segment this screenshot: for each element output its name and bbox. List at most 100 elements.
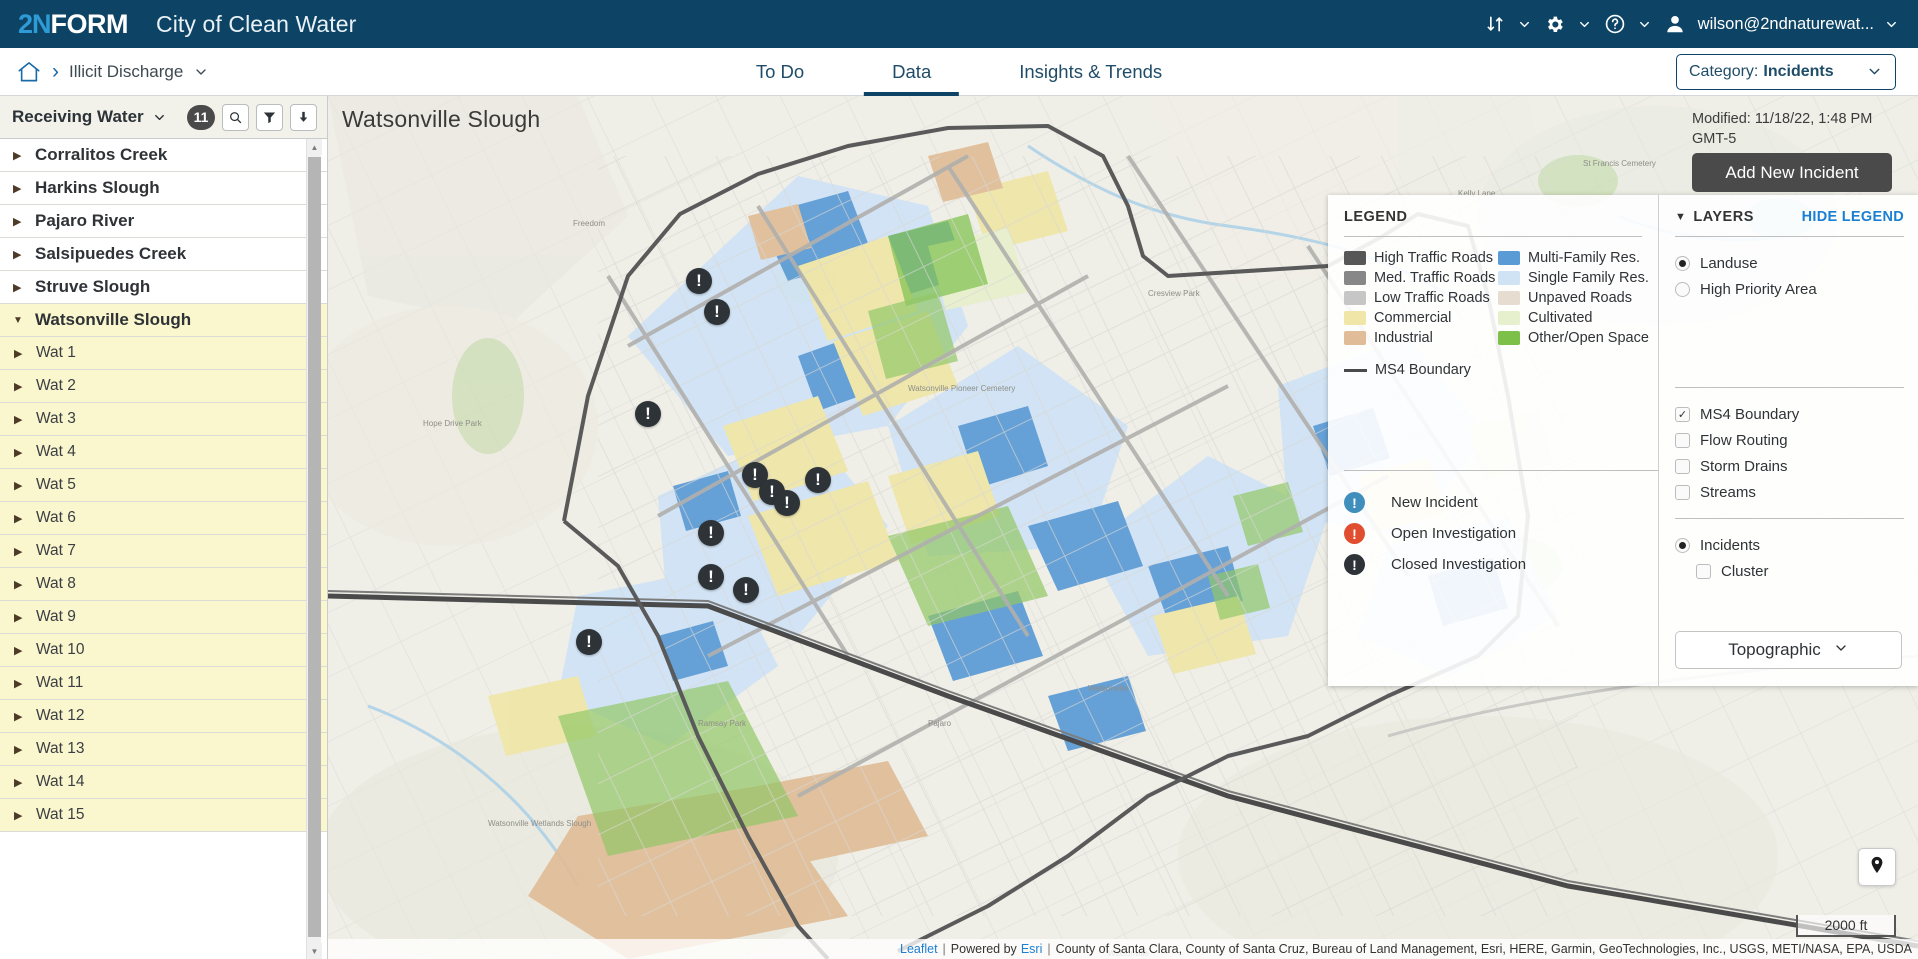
- radio-button-icon[interactable]: [1675, 281, 1690, 297]
- checkbox-icon[interactable]: [1675, 432, 1690, 448]
- sidebar-item-wat-13[interactable]: ▶ Wat 13: [0, 733, 327, 766]
- sort-dropdown-caret[interactable]: [1512, 7, 1538, 41]
- sidebar-item-wat-3[interactable]: ▶ Wat 3: [0, 403, 327, 436]
- triangle-down-icon[interactable]: ▼: [13, 315, 27, 326]
- sidebar-item-struve-slough[interactable]: ▶ Struve Slough: [0, 271, 327, 304]
- triangle-right-icon[interactable]: ▶: [14, 809, 28, 822]
- sidebar-item-wat-4[interactable]: ▶ Wat 4: [0, 436, 327, 469]
- triangle-right-icon[interactable]: ▶: [14, 710, 28, 723]
- map-view[interactable]: Freedom St Francis Cemetery Kelly Lane W…: [328, 96, 1918, 959]
- filter-funnel-icon[interactable]: [256, 103, 283, 131]
- category-dropdown[interactable]: Category: Incidents: [1676, 53, 1896, 90]
- locate-me-button[interactable]: [1858, 848, 1896, 886]
- triangle-right-icon[interactable]: ▶: [14, 380, 28, 393]
- triangle-right-icon[interactable]: ▶: [13, 215, 27, 228]
- triangle-down-icon[interactable]: ▼: [1675, 211, 1686, 223]
- receiving-water-list[interactable]: ▶ Corralitos Creek ▶ Harkins Slough ▶ Pajaro …: [0, 139, 327, 959]
- triangle-right-icon[interactable]: ▶: [14, 644, 28, 657]
- triangle-right-icon[interactable]: ▶: [14, 512, 28, 525]
- triangle-right-icon[interactable]: ▶: [14, 347, 28, 360]
- app-logo[interactable]: 2N FORM: [18, 9, 129, 40]
- sidebar-scrollbar-thumb[interactable]: [308, 157, 321, 937]
- sidebar-item-wat-8[interactable]: ▶ Wat 8: [0, 568, 327, 601]
- layer-toggle-storm-drains[interactable]: Storm Drains: [1675, 453, 1904, 479]
- layer-toggle-streams[interactable]: Streams: [1675, 479, 1904, 505]
- layer-toggle-flow-routing[interactable]: Flow Routing: [1675, 427, 1904, 453]
- map-incident-marker[interactable]: !: [774, 490, 800, 516]
- triangle-right-icon[interactable]: ▶: [14, 413, 28, 426]
- sidebar-item-wat-12[interactable]: ▶ Wat 12: [0, 700, 327, 733]
- basemap-selector[interactable]: Topographic: [1675, 631, 1902, 669]
- triangle-right-icon[interactable]: ▶: [14, 479, 28, 492]
- map-incident-marker[interactable]: !: [733, 577, 759, 603]
- layer-toggle-high-priority-area[interactable]: High Priority Area: [1675, 276, 1904, 302]
- download-arrow-icon[interactable]: [290, 103, 317, 131]
- tab-to-do[interactable]: To Do: [712, 48, 848, 96]
- sidebar-item-wat-9[interactable]: ▶ Wat 9: [0, 601, 327, 634]
- checkbox-icon[interactable]: [1696, 563, 1711, 579]
- triangle-right-icon[interactable]: ▶: [14, 611, 28, 624]
- checkbox-icon[interactable]: ✓: [1675, 406, 1690, 422]
- map-incident-marker[interactable]: !: [686, 268, 712, 294]
- breadcrumb-item-illicit-discharge[interactable]: Illicit Discharge: [69, 62, 183, 82]
- help-dropdown-caret[interactable]: [1632, 7, 1658, 41]
- sidebar-item-watsonville-slough[interactable]: ▼ Watsonville Slough: [0, 304, 327, 337]
- triangle-right-icon[interactable]: ▶: [13, 149, 27, 162]
- gear-icon[interactable]: [1538, 7, 1572, 41]
- hide-legend-button[interactable]: HIDE LEGEND: [1802, 209, 1904, 225]
- layer-toggle-landuse[interactable]: Landuse: [1675, 250, 1904, 276]
- settings-dropdown-caret[interactable]: [1572, 7, 1598, 41]
- triangle-right-icon[interactable]: ▶: [14, 545, 28, 558]
- sidebar-item-salsipuedes-creek[interactable]: ▶ Salsipuedes Creek: [0, 238, 327, 271]
- map-incident-marker[interactable]: !: [805, 467, 831, 493]
- sidebar-item-wat-14[interactable]: ▶ Wat 14: [0, 766, 327, 799]
- sidebar-scrollbar[interactable]: ▲ ▼: [306, 139, 322, 959]
- breadcrumb-dropdown-caret[interactable]: [193, 64, 209, 80]
- layer-toggle-incidents[interactable]: Incidents: [1675, 532, 1904, 558]
- help-question-icon[interactable]: [1598, 7, 1632, 41]
- map-incident-marker[interactable]: !: [704, 299, 730, 325]
- map-incident-marker[interactable]: !: [576, 629, 602, 655]
- add-new-incident-button[interactable]: Add New Incident: [1692, 153, 1892, 192]
- triangle-right-icon[interactable]: ▶: [14, 446, 28, 459]
- triangle-right-icon[interactable]: ▶: [13, 248, 27, 261]
- triangle-right-icon[interactable]: ▶: [13, 182, 27, 195]
- radio-button-icon[interactable]: [1675, 537, 1690, 553]
- leaflet-link[interactable]: Leaflet: [900, 942, 938, 956]
- sidebar-item-wat-2[interactable]: ▶ Wat 2: [0, 370, 327, 403]
- sidebar-item-pajaro-river[interactable]: ▶ Pajaro River: [0, 205, 327, 238]
- sidebar-item-harkins-slough[interactable]: ▶ Harkins Slough: [0, 172, 327, 205]
- triangle-right-icon[interactable]: ▶: [14, 677, 28, 690]
- sidebar-item-wat-1[interactable]: ▶ Wat 1: [0, 337, 327, 370]
- sidebar-item-wat-15[interactable]: ▶ Wat 15: [0, 799, 327, 832]
- sidebar-item-wat-5[interactable]: ▶ Wat 5: [0, 469, 327, 502]
- sidebar-item-wat-11[interactable]: ▶ Wat 11: [0, 667, 327, 700]
- map-incident-marker[interactable]: !: [698, 520, 724, 546]
- sidebar-item-wat-7[interactable]: ▶ Wat 7: [0, 535, 327, 568]
- checkbox-icon[interactable]: [1675, 458, 1690, 474]
- sidebar-item-wat-6[interactable]: ▶ Wat 6: [0, 502, 327, 535]
- esri-link[interactable]: Esri: [1021, 942, 1043, 956]
- map-incident-marker[interactable]: !: [698, 564, 724, 590]
- triangle-right-icon[interactable]: ▶: [13, 281, 27, 294]
- sort-updown-icon[interactable]: [1478, 7, 1512, 41]
- triangle-right-icon[interactable]: ▶: [14, 776, 28, 789]
- triangle-right-icon[interactable]: ▶: [14, 578, 28, 591]
- home-icon[interactable]: [16, 59, 42, 85]
- triangle-right-icon[interactable]: ▶: [14, 743, 28, 756]
- sidebar-title-dropdown-caret[interactable]: [152, 110, 167, 125]
- checkbox-icon[interactable]: [1675, 484, 1690, 500]
- layer-toggle-ms4-boundary[interactable]: ✓ MS4 Boundary: [1675, 401, 1904, 427]
- radio-button-icon[interactable]: [1675, 255, 1690, 271]
- layer-toggle-cluster[interactable]: Cluster: [1675, 558, 1904, 584]
- tab-insights-trends[interactable]: Insights & Trends: [975, 48, 1206, 96]
- user-avatar-icon[interactable]: [1658, 7, 1692, 41]
- user-dropdown-caret[interactable]: [1878, 7, 1904, 41]
- sidebar-item-corralitos-creek[interactable]: ▶ Corralitos Creek: [0, 139, 327, 172]
- map-incident-marker[interactable]: !: [635, 401, 661, 427]
- scroll-down-arrow-icon[interactable]: ▼: [307, 943, 322, 959]
- tab-data[interactable]: Data: [848, 48, 975, 96]
- search-icon[interactable]: [222, 103, 249, 131]
- sidebar-item-wat-10[interactable]: ▶ Wat 10: [0, 634, 327, 667]
- scroll-up-arrow-icon[interactable]: ▲: [307, 139, 322, 155]
